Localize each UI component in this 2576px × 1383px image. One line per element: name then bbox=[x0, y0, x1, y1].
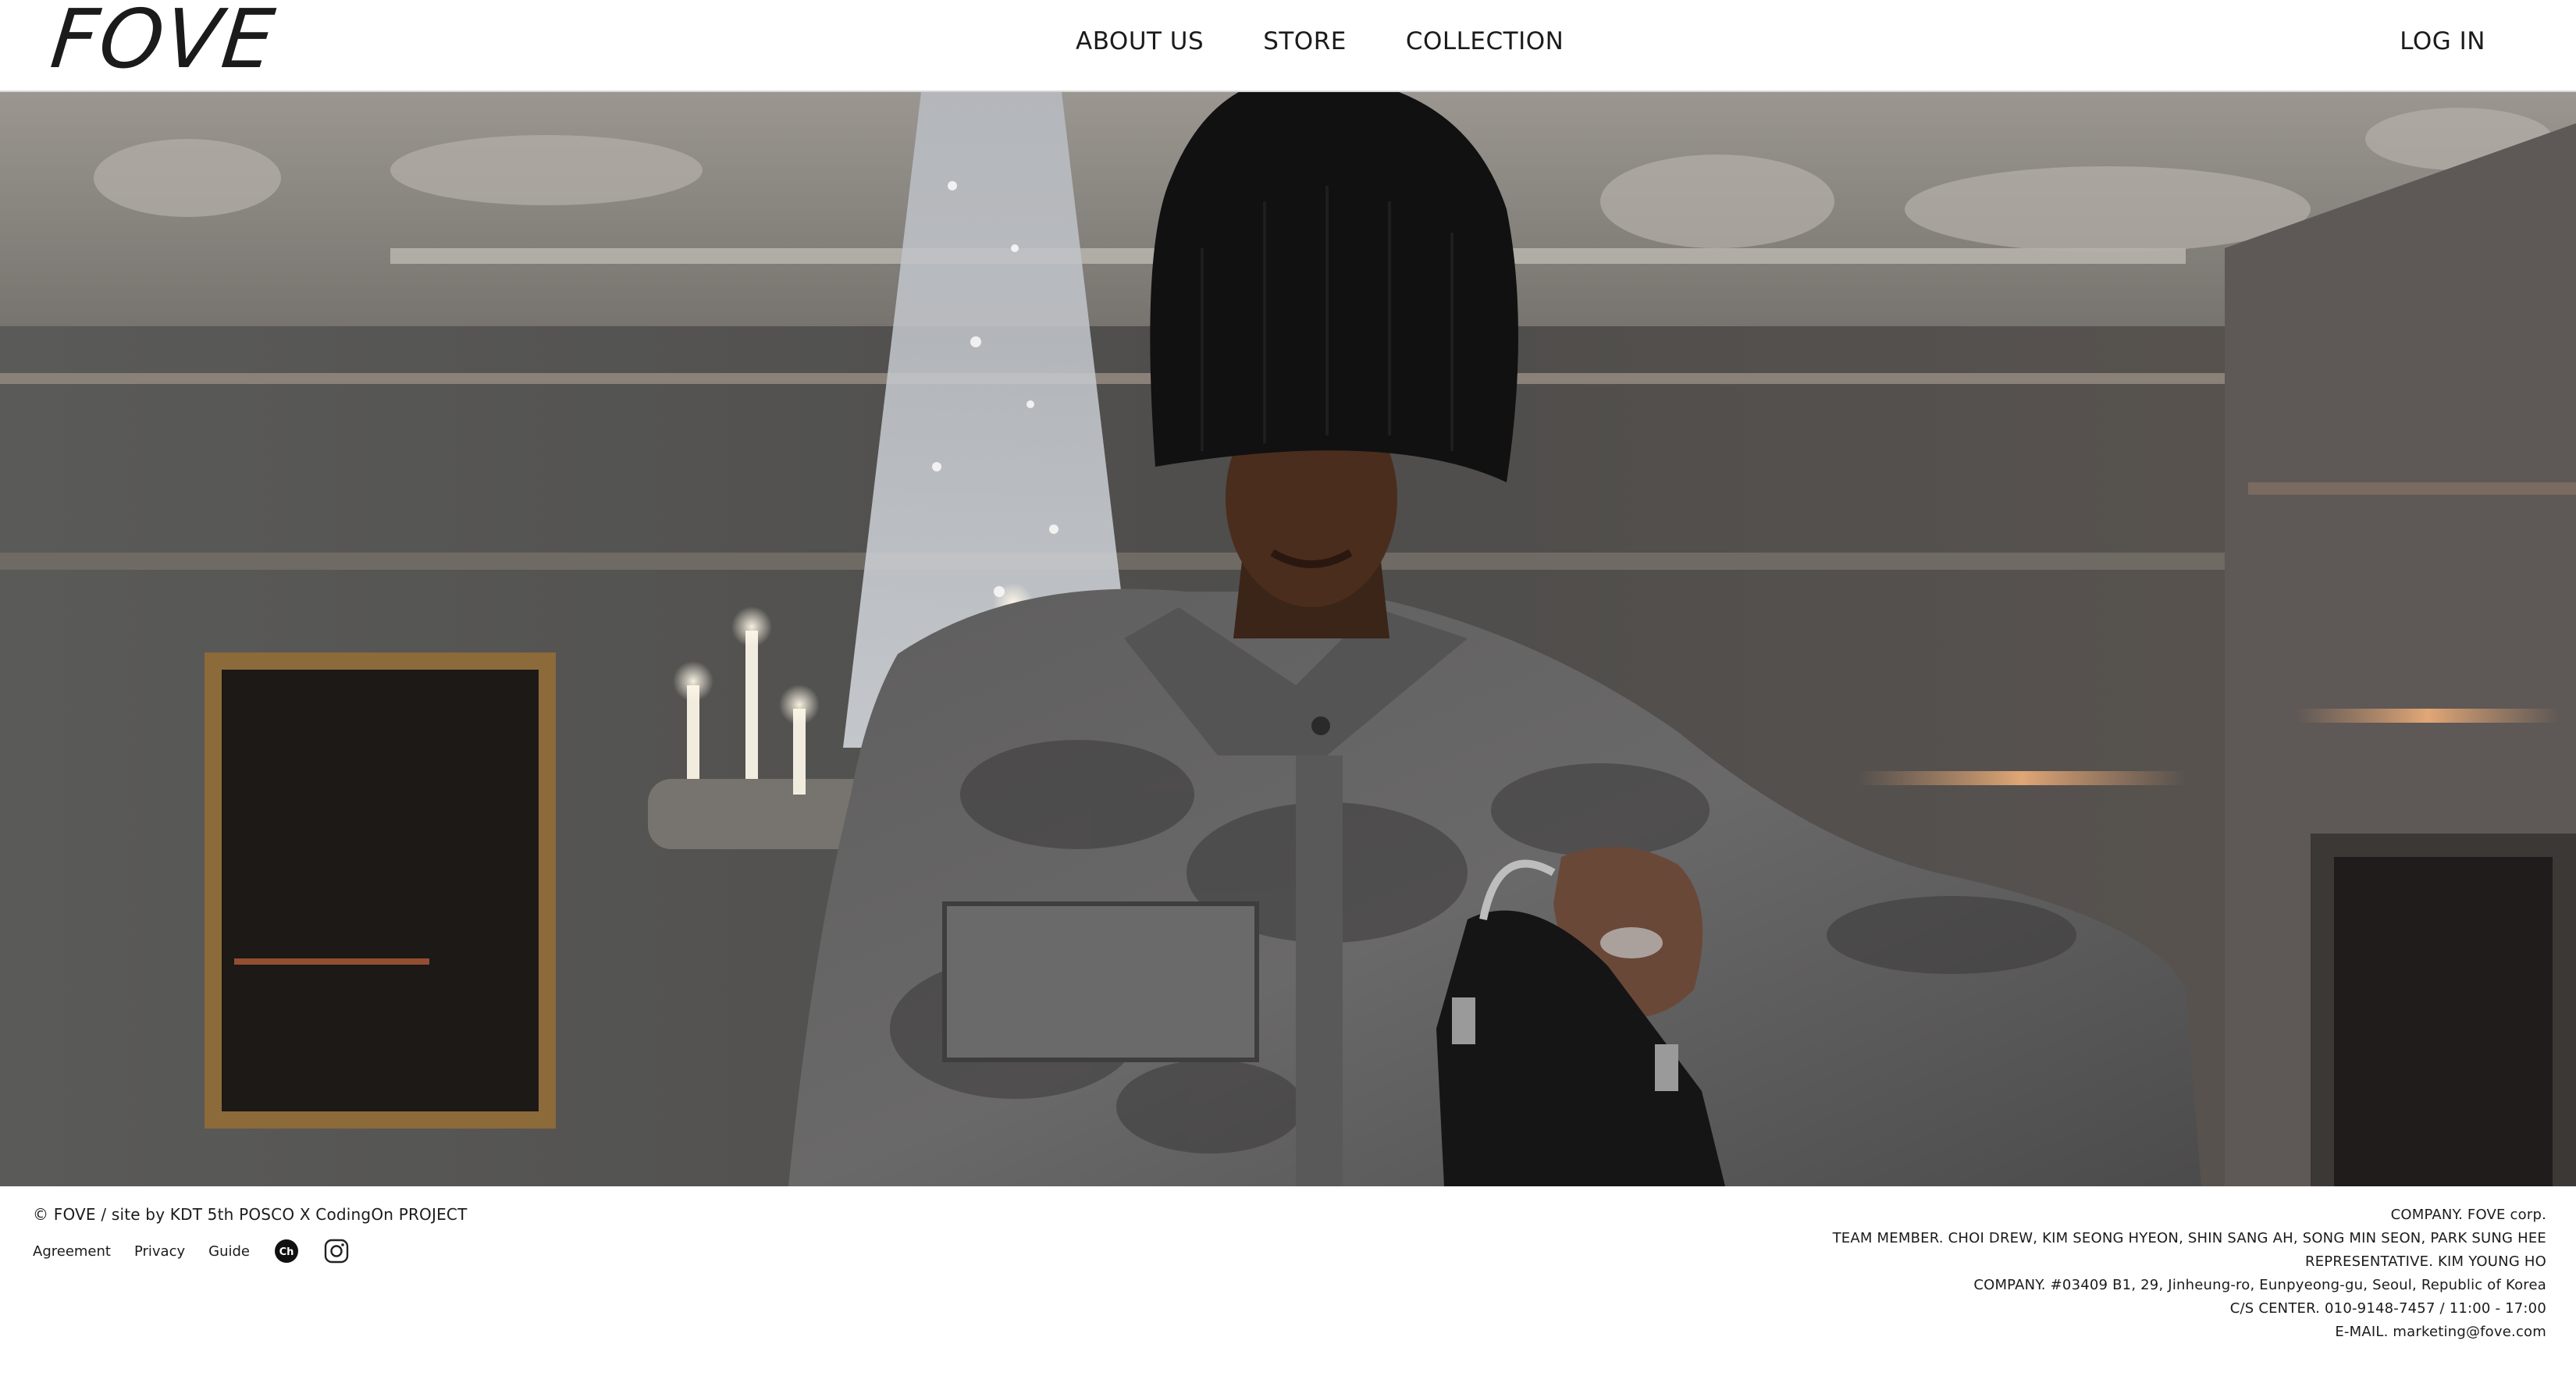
company-address: COMPANY. #03409 B1, 29, Jinheung-ro, Eun… bbox=[1973, 1277, 2546, 1293]
kakao-channel-icon[interactable]: Ch bbox=[273, 1238, 300, 1264]
guide-link[interactable]: Guide bbox=[208, 1243, 250, 1260]
cs-center: C/S CENTER. 010-9148-7457 / 11:00 - 17:0… bbox=[2229, 1300, 2546, 1317]
site-header: FOVE ABOUT US STORE COLLECTION LOG IN bbox=[0, 0, 2576, 92]
login-link[interactable]: LOG IN bbox=[2400, 26, 2485, 57]
nav-about-us[interactable]: ABOUT US bbox=[1076, 26, 1204, 57]
agreement-link[interactable]: Agreement bbox=[33, 1243, 111, 1260]
email: E-MAIL. marketing@fove.com bbox=[2335, 1324, 2546, 1340]
fove-logo[interactable]: FOVE bbox=[47, 0, 280, 87]
footer-links: Agreement Privacy Guide Ch bbox=[33, 1238, 373, 1264]
hero-scene bbox=[0, 92, 2576, 1186]
instagram-icon[interactable] bbox=[323, 1238, 350, 1264]
privacy-link[interactable]: Privacy bbox=[134, 1243, 185, 1260]
nav-collection[interactable]: COLLECTION bbox=[1406, 26, 1564, 57]
team-members: TEAM MEMBER. CHOI DREW, KIM SEONG HYEON,… bbox=[1832, 1230, 2546, 1246]
representative: REPRESENTATIVE. KIM YOUNG HO bbox=[2305, 1253, 2546, 1270]
svg-text:Ch: Ch bbox=[279, 1246, 294, 1258]
hero-video[interactable] bbox=[0, 92, 2576, 1186]
copyright-text: © FOVE / site by KDT 5th POSCO X CodingO… bbox=[33, 1205, 468, 1224]
company-info: COMPANY. FOVE corp. TEAM MEMBER. CHOI DR… bbox=[1833, 1203, 2546, 1344]
site-footer: © FOVE / site by KDT 5th POSCO X CodingO… bbox=[0, 1186, 2576, 1383]
company-name: COMPANY. FOVE corp. bbox=[2390, 1207, 2546, 1223]
nav-store[interactable]: STORE bbox=[1263, 26, 1347, 57]
